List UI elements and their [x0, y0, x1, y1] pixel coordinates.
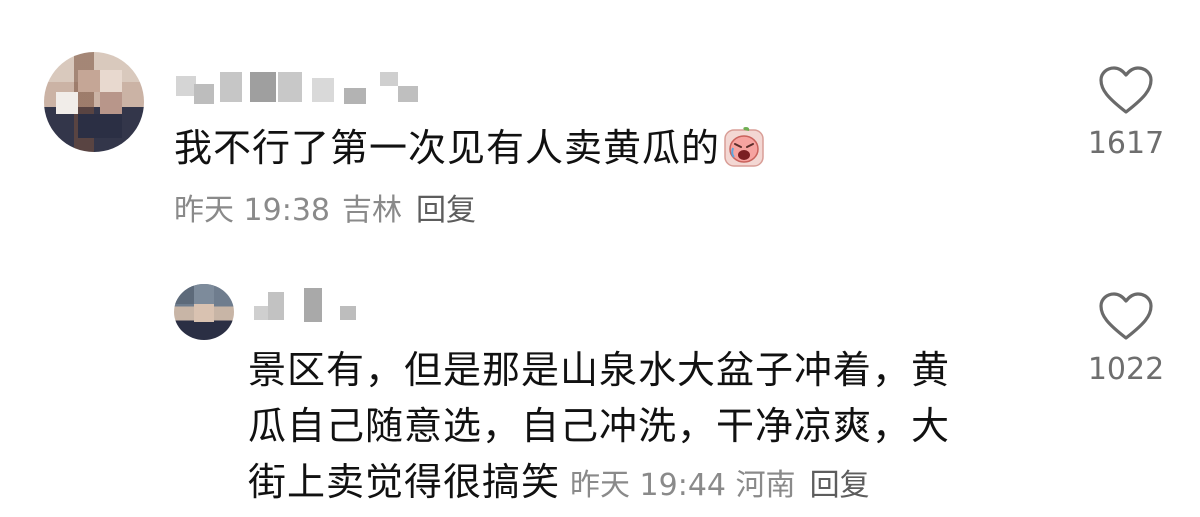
reply-meta: 昨天 19:44 河南 回复	[570, 468, 870, 503]
reply-text-line: 景区有，但是那是山泉水大盆子冲着，黄	[248, 348, 951, 392]
crying-face-sticker-icon	[724, 127, 764, 167]
reply-location: 河南	[735, 468, 796, 503]
avatar-mosaic	[194, 304, 214, 322]
avatar-mosaic	[100, 92, 122, 114]
avatar-mosaic	[194, 284, 214, 304]
avatar-mosaic	[56, 92, 78, 114]
like-button[interactable]: 1617	[1078, 66, 1174, 162]
comment-meta: 昨天 19:38 吉林 回复	[174, 190, 476, 232]
reply-button[interactable]: 回复	[416, 193, 476, 228]
reply-text-line-last: 街上卖觉得很搞笑 昨天 19:44 河南 回复	[248, 454, 1008, 514]
avatar-mosaic	[78, 70, 100, 92]
commenter-username-blurred[interactable]	[176, 68, 436, 108]
reply-button[interactable]: 回复	[810, 468, 870, 503]
replier-username-blurred[interactable]	[254, 286, 364, 326]
avatar-mosaic	[78, 114, 122, 138]
comment-text: 我不行了第一次见有人卖黄瓜的	[174, 126, 721, 170]
heart-outline-icon	[1099, 66, 1153, 114]
comment-time: 昨天 19:38	[174, 193, 330, 228]
replier-avatar[interactable]	[174, 284, 234, 340]
heart-outline-icon	[1099, 292, 1153, 340]
reply-text-line: 街上卖觉得很搞笑	[248, 460, 561, 504]
like-count: 1617	[1087, 126, 1165, 161]
avatar-mosaic	[100, 70, 122, 92]
reply-body: 景区有，但是那是山泉水大盆子冲着，黄 瓜自己随意选，自己冲洗，干净凉爽，大 街上…	[248, 342, 1008, 514]
comment-location: 吉林	[342, 193, 402, 228]
comment-body: 我不行了第一次见有人卖黄瓜的	[174, 122, 764, 174]
reply-text-line: 瓜自己随意选，自己冲洗，干净凉爽，大	[248, 404, 951, 448]
avatar-mosaic	[174, 284, 194, 304]
reply-time: 昨天 19:44	[570, 468, 727, 503]
commenter-avatar[interactable]	[44, 52, 144, 152]
like-count: 1022	[1087, 352, 1165, 387]
like-button[interactable]: 1022	[1078, 292, 1174, 388]
